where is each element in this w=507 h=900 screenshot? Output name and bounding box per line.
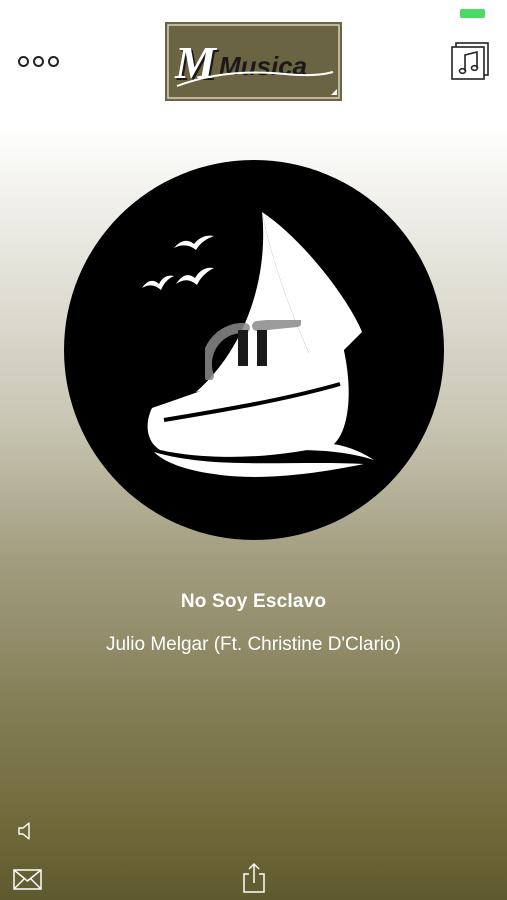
more-options-icon xyxy=(33,55,44,67)
pause-button[interactable] xyxy=(201,317,302,381)
app-logo: M M Musica xyxy=(165,22,342,101)
logo-text: Musica xyxy=(219,51,307,81)
share-button[interactable] xyxy=(241,862,267,894)
pause-icon xyxy=(201,317,302,381)
song-artist: Julio Melgar (Ft. Christine D'Clario) xyxy=(105,634,402,655)
more-options-icon xyxy=(18,55,29,67)
music-library-icon xyxy=(451,42,489,80)
volume-button[interactable] xyxy=(15,820,37,842)
more-options-icon xyxy=(48,55,59,67)
speaker-icon xyxy=(18,822,30,840)
mail-button[interactable] xyxy=(12,866,44,892)
song-title: No Soy Esclavo xyxy=(180,591,327,612)
more-options-button[interactable] xyxy=(18,50,70,72)
mail-icon xyxy=(13,869,42,890)
share-icon xyxy=(243,862,265,893)
battery-indicator xyxy=(460,9,485,18)
music-library-button[interactable] xyxy=(451,41,491,81)
